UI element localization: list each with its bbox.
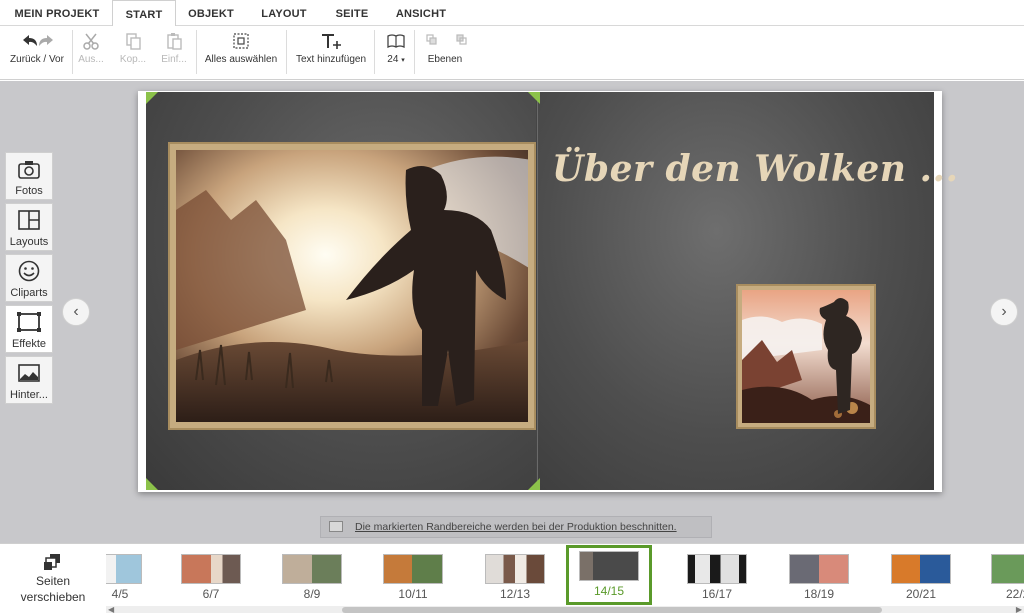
select-all-button[interactable]: Alles auswählen: [202, 32, 280, 74]
layers-button[interactable]: Ebenen: [420, 32, 470, 74]
toolbar-divider: [72, 30, 73, 74]
tab-ansicht[interactable]: ANSICHT: [386, 0, 456, 26]
page-thumbnail[interactable]: 8/9: [281, 552, 343, 601]
toolbar-divider: [374, 30, 375, 74]
copy-icon: [116, 32, 150, 52]
paste-button[interactable]: Einf...: [158, 32, 190, 74]
move-pages-button[interactable]: Seiten verschieben: [0, 544, 106, 613]
thumbnail-image: [106, 554, 142, 584]
chevron-right-icon: ›: [1001, 303, 1007, 320]
photo-book-spread: Über den Wolken ...: [138, 91, 958, 492]
crop-area-icon: [329, 521, 343, 532]
scroll-right-icon[interactable]: ▶: [1016, 605, 1022, 613]
smiley-icon: [6, 260, 52, 286]
page-thumbnail[interactable]: 22/23: [990, 552, 1024, 601]
sidebar-item-effekte[interactable]: Effekte: [5, 305, 53, 353]
layout-icon: [6, 209, 52, 235]
page-title[interactable]: Über den Wolken ...: [552, 148, 958, 190]
copy-button[interactable]: Kop...: [116, 32, 150, 74]
layers-icon: [420, 32, 470, 52]
photo-woman-mountains: [176, 150, 528, 422]
thumbnail-image: [789, 554, 849, 584]
camera-icon: [6, 158, 52, 184]
left-page[interactable]: [146, 92, 536, 490]
select-all-icon: [202, 32, 280, 52]
background-icon: [6, 362, 52, 388]
page-thumbnail[interactable]: 20/21: [890, 552, 952, 601]
menu-bar: MEIN PROJEKT START OBJEKT LAYOUT SEITE A…: [0, 0, 1024, 27]
thumbnail-image: [891, 554, 951, 584]
tab-start[interactable]: START: [112, 0, 176, 27]
sidebar-item-layouts[interactable]: Layouts: [5, 203, 53, 251]
thumbnail-image: [181, 554, 241, 584]
undo-redo-icon: [4, 32, 70, 52]
filmstrip-scrollbar[interactable]: ◀ ▶: [106, 605, 1024, 613]
crop-corner-marker: [146, 92, 158, 104]
chevron-left-icon: ‹: [73, 303, 79, 320]
page-thumbnail[interactable]: 10/11: [382, 552, 444, 601]
crop-corner-marker: [528, 92, 540, 104]
thumbnail-image: [485, 554, 545, 584]
frame-icon: [6, 311, 52, 337]
sidebar-item-cliparts[interactable]: Cliparts: [5, 254, 53, 302]
tab-objekt[interactable]: OBJEKT: [180, 0, 242, 26]
scrollbar-thumb[interactable]: [342, 607, 882, 613]
sidebar-item-hintergrund[interactable]: Hinter...: [5, 356, 53, 404]
toolbar-divider: [286, 30, 287, 74]
tab-layout[interactable]: LAYOUT: [250, 0, 318, 26]
undo-redo-button[interactable]: Zurück / Vor: [4, 32, 70, 74]
crop-notice[interactable]: Die markierten Randbereiche werden bei d…: [320, 516, 712, 538]
add-text-button[interactable]: Text hinzufügen: [292, 32, 370, 74]
thumbnail-image: [282, 554, 342, 584]
scroll-left-icon[interactable]: ◀: [108, 605, 114, 613]
photo-frame-large[interactable]: [168, 142, 536, 430]
photo-woman-clouds: [742, 290, 870, 423]
thumbnail-image: [991, 554, 1024, 584]
page-thumbnail[interactable]: 16/17: [686, 552, 748, 601]
page-filmstrip: Seiten verschieben 4/5 6/7 8/9 10/11 12/…: [0, 543, 1024, 613]
crop-corner-marker: [146, 478, 158, 490]
paste-icon: [158, 32, 190, 52]
page-thumbnail[interactable]: 4/5: [106, 552, 142, 601]
page-thumbnail[interactable]: 6/7: [180, 552, 242, 601]
photo-frame-small[interactable]: [736, 284, 876, 429]
right-page[interactable]: Über den Wolken ...: [538, 92, 958, 490]
thumbnail-image: [687, 554, 747, 584]
page-thumbnail[interactable]: 12/13: [484, 552, 546, 601]
scissors-icon: [76, 32, 106, 52]
toolbar: Zurück / Vor Aus... Kop... Einf... Alles…: [0, 26, 1024, 80]
thumbnail-image: [383, 554, 443, 584]
toolbar-divider: [196, 30, 197, 74]
page-thumbnail[interactable]: 18/19: [788, 552, 850, 601]
toolbar-divider: [414, 30, 415, 74]
next-page-button[interactable]: ›: [990, 298, 1018, 326]
font-size-dropdown[interactable]: 24 ▾: [380, 32, 412, 74]
sidebar-item-fotos[interactable]: Fotos: [5, 152, 53, 200]
tab-seite[interactable]: SEITE: [326, 0, 378, 26]
prev-page-button[interactable]: ‹: [62, 298, 90, 326]
book-icon: [380, 32, 412, 52]
thumbnail-image: [579, 551, 639, 581]
page-thumbnail-active[interactable]: 14/15: [566, 545, 652, 605]
thumbnail-strip: 4/5 6/7 8/9 10/11 12/13 14/15 16/17 18/1…: [106, 544, 1024, 606]
chevron-down-icon: ▾: [401, 57, 405, 64]
tab-mein-projekt[interactable]: MEIN PROJEKT: [8, 0, 106, 26]
move-pages-icon: [41, 552, 65, 572]
add-text-icon: [292, 32, 370, 52]
crop-corner-marker: [528, 478, 540, 490]
cut-button[interactable]: Aus...: [76, 32, 106, 74]
